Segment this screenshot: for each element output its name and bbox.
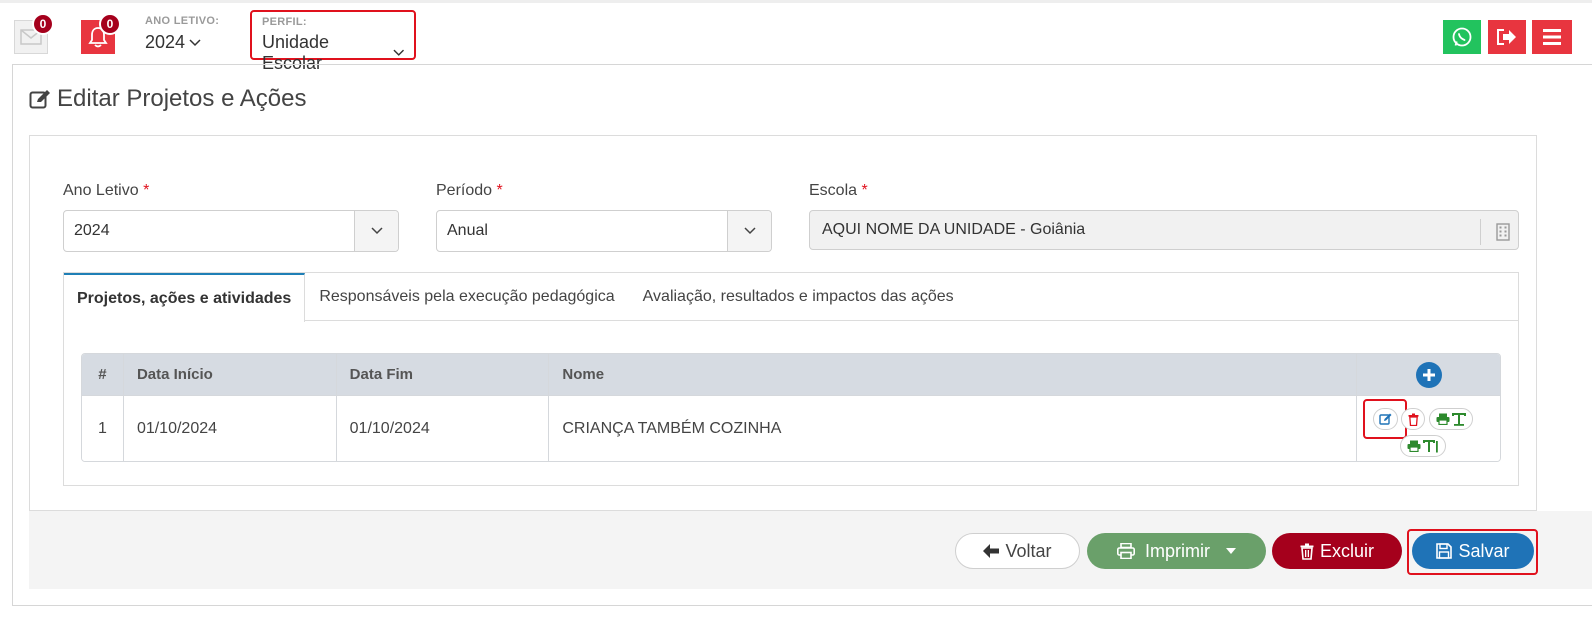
salvar-button[interactable]: Salvar — [1412, 533, 1534, 569]
table-row: 1 01/10/2024 01/10/2024 CRIANÇA TAMBÉM C… — [82, 395, 1500, 461]
ano-letivo-selector[interactable]: ANO LETIVO: 2024 — [145, 15, 219, 53]
periodo-select-value: Anual — [447, 222, 488, 239]
whatsapp-icon — [1452, 27, 1472, 47]
text-cursor-icon — [1423, 439, 1439, 452]
edit-icon — [29, 90, 50, 109]
column-header-actions — [1357, 354, 1500, 395]
escola-input-value: AQUI NOME DA UNIDADE - Goiânia — [822, 221, 1086, 238]
messages-count-badge: 0 — [32, 13, 54, 35]
whatsapp-button[interactable] — [1443, 20, 1481, 54]
printer-icon — [1436, 413, 1450, 425]
sign-out-icon — [1497, 29, 1516, 45]
imprimir-label: Imprimir — [1145, 540, 1210, 561]
print-text-alt-button[interactable] — [1400, 435, 1447, 457]
tab-projetos[interactable]: Projetos, ações e atividades — [64, 273, 306, 322]
salvar-label: Salvar — [1458, 540, 1510, 561]
printer-icon — [1117, 543, 1135, 559]
form-container: Ano Letivo * 2024 Período * Anual Escola… — [29, 135, 1537, 511]
row-data-fim: 01/10/2024 — [337, 396, 550, 461]
chevron-down-icon[interactable] — [354, 211, 398, 251]
notifications-count-badge: 0 — [99, 13, 121, 35]
arrow-left-icon — [983, 544, 1000, 558]
periodo-field-label: Período * — [436, 182, 503, 199]
column-header-data-inicio: Data Início — [124, 354, 337, 395]
page-title-text: Editar Projetos e Ações — [57, 85, 307, 112]
text-icon — [1452, 412, 1467, 426]
tab-avaliacao[interactable]: Avaliação, resultados e impactos das açõ… — [629, 273, 968, 321]
column-header-data-fim: Data Fim — [337, 354, 550, 395]
ano-letivo-label: ANO LETIVO: — [145, 15, 220, 27]
escola-input: AQUI NOME DA UNIDADE - Goiânia — [809, 210, 1519, 250]
column-header-number: # — [82, 354, 124, 395]
ano-letivo-select[interactable]: 2024 — [63, 210, 399, 252]
row-number: 1 — [82, 396, 124, 461]
plus-icon — [1422, 368, 1435, 381]
building-icon — [1480, 219, 1510, 245]
chevron-down-icon — [189, 38, 201, 46]
trash-icon — [1408, 413, 1419, 426]
hamburger-icon — [1543, 29, 1561, 45]
caret-down-icon[interactable] — [1226, 548, 1236, 554]
perfil-selector[interactable]: PERFIL: Unidade Escolar — [250, 10, 416, 73]
ano-letivo-select-value: 2024 — [74, 222, 110, 239]
page-title: Editar Projetos e Ações — [29, 85, 306, 113]
periodo-select[interactable]: Anual — [436, 210, 772, 252]
delete-row-button[interactable] — [1401, 408, 1426, 430]
imprimir-button[interactable]: Imprimir — [1087, 533, 1266, 569]
ano-letivo-field: Ano Letivo * 2024 — [63, 182, 399, 252]
tabs-panel: Projetos, ações e atividades Responsávei… — [63, 272, 1519, 486]
escola-field: Escola * AQUI NOME DA UNIDADE - Goiânia — [809, 182, 1519, 250]
row-actions — [1357, 396, 1500, 461]
print-text-button[interactable] — [1429, 408, 1474, 430]
excluir-label: Excluir — [1319, 540, 1374, 561]
row-data-inicio: 01/10/2024 — [124, 396, 337, 461]
ano-letivo-field-label: Ano Letivo * — [63, 182, 150, 199]
row-nome: CRIANÇA TAMBÉM COZINHA — [549, 396, 1358, 461]
voltar-button[interactable]: Voltar — [955, 533, 1080, 569]
voltar-label: Voltar — [1005, 540, 1052, 561]
main-panel: Editar Projetos e Ações Ano Letivo * 202… — [12, 64, 1592, 606]
excluir-button[interactable]: Excluir — [1272, 533, 1402, 569]
logout-button[interactable] — [1488, 20, 1526, 54]
projects-table: # Data Início Data Fim Nome 1 01/10/2024… — [81, 353, 1501, 462]
trash-icon — [1300, 543, 1314, 560]
edit-row-button[interactable] — [1373, 408, 1399, 430]
menu-button[interactable] — [1532, 20, 1572, 54]
tab-bar: Projetos, ações e atividades Responsávei… — [64, 273, 1518, 322]
form-footer: Voltar Imprimir Excluir Salvar — [29, 511, 1592, 589]
top-bar: 0 0 ANO LETIVO: 2024 PERFIL: Unidade Esc… — [0, 0, 1592, 73]
periodo-field: Período * Anual — [436, 182, 772, 252]
ano-letivo-value: 2024 — [145, 32, 186, 52]
escola-field-label: Escola * — [809, 182, 868, 199]
tab-responsaveis[interactable]: Responsáveis pela execução pedagógica — [305, 273, 628, 321]
perfil-label: PERFIL: — [262, 16, 307, 28]
chevron-down-icon — [392, 49, 404, 56]
save-icon — [1436, 543, 1453, 559]
table-header: # Data Início Data Fim Nome — [82, 354, 1500, 395]
add-item-button[interactable] — [1415, 361, 1442, 388]
printer-icon — [1407, 440, 1421, 452]
chevron-down-icon[interactable] — [727, 211, 771, 251]
edit-icon — [1379, 413, 1392, 425]
column-header-nome: Nome — [549, 354, 1358, 395]
